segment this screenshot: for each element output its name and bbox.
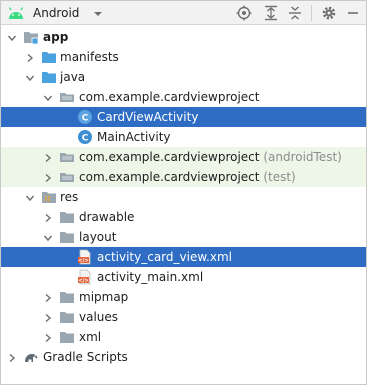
svg-text:</>: </> <box>78 278 88 284</box>
tree-item-drawable[interactable]: drawable <box>1 207 366 227</box>
svg-text:C: C <box>82 114 89 124</box>
kotlin-class-icon: C <box>77 129 93 145</box>
chevron-right-icon[interactable] <box>43 212 53 223</box>
project-toolbar: Android <box>1 1 366 25</box>
folder-icon <box>59 329 75 345</box>
android-icon <box>7 6 25 20</box>
package-icon <box>59 149 75 165</box>
chevron-right-icon[interactable] <box>43 312 53 323</box>
svg-text:C: C <box>82 134 89 144</box>
gradle-elephant-icon <box>23 349 39 365</box>
tree-item-xml[interactable]: xml <box>1 327 366 347</box>
tree-item-package-android-test[interactable]: com.example.cardviewproject (androidTest… <box>1 147 366 167</box>
tree-item-label: app <box>43 30 69 44</box>
tree-item-label: com.example.cardviewproject (test) <box>79 170 296 184</box>
tree-item-label: values <box>79 310 119 324</box>
tree-item-suffix: (test) <box>263 170 296 184</box>
tree-item-card-view-activity[interactable]: C CardViewActivity <box>1 107 366 127</box>
tree-item-app[interactable]: app <box>1 27 366 47</box>
tree-item-suffix: (androidTest) <box>263 150 342 164</box>
tree-item-java[interactable]: java <box>1 67 366 87</box>
svg-text:</>: </> <box>78 258 88 264</box>
tree-item-res[interactable]: res <box>1 187 366 207</box>
view-selector[interactable]: Android <box>7 4 103 22</box>
tree-item-label: Gradle Scripts <box>43 350 128 364</box>
layout-xml-file-icon: </> <box>77 249 93 265</box>
tree-item-values[interactable]: values <box>1 307 366 327</box>
tree-item-label: com.example.cardviewproject <box>79 90 260 104</box>
chevron-down-icon[interactable] <box>25 72 35 82</box>
tree-item-label: com.example.cardviewproject (androidTest… <box>79 150 342 164</box>
tree-item-layout[interactable]: layout <box>1 227 366 247</box>
settings-gear-icon[interactable] <box>320 4 338 22</box>
folder-icon <box>59 289 75 305</box>
minimize-icon[interactable] <box>344 4 362 22</box>
folder-icon <box>59 309 75 325</box>
tree-item-mipmap[interactable]: mipmap <box>1 287 366 307</box>
tree-item-package-test[interactable]: com.example.cardviewproject (test) <box>1 167 366 187</box>
tree-item-label: drawable <box>79 210 135 224</box>
tree-item-label: activity_main.xml <box>97 270 204 284</box>
chevron-down-icon[interactable] <box>43 232 53 242</box>
tree-item-manifests[interactable]: manifests <box>1 47 366 67</box>
folder-icon <box>59 229 75 245</box>
folder-icon <box>59 209 75 225</box>
chevron-down-icon[interactable] <box>25 192 35 202</box>
tree-item-label: mipmap <box>79 290 129 304</box>
chevron-right-icon[interactable] <box>43 332 53 343</box>
chevron-right-icon[interactable] <box>43 152 53 163</box>
tree-item-label: activity_card_view.xml <box>97 250 232 264</box>
layout-xml-file-icon: </> <box>77 269 93 285</box>
view-selector-label: Android <box>33 6 80 20</box>
locate-target-icon[interactable] <box>235 4 253 22</box>
folder-icon <box>41 49 57 65</box>
chevron-right-icon[interactable] <box>43 292 53 303</box>
tree-item-label: xml <box>79 330 102 344</box>
chevron-right-icon[interactable] <box>25 52 35 63</box>
expand-all-icon[interactable] <box>262 4 280 22</box>
tree-item-label: MainActivity <box>97 130 171 144</box>
tree-item-label: layout <box>79 230 117 244</box>
tree-item-package-main[interactable]: com.example.cardviewproject <box>1 87 366 107</box>
tree-item-activity-main-xml[interactable]: </> activity_main.xml <box>1 267 366 287</box>
collapse-all-icon[interactable] <box>286 4 304 22</box>
package-icon <box>59 169 75 185</box>
dropdown-caret-icon <box>93 8 103 18</box>
chevron-down-icon[interactable] <box>7 32 17 42</box>
tree-item-label: java <box>60 70 86 84</box>
resources-folder-icon <box>41 189 57 205</box>
package-icon <box>59 89 75 105</box>
kotlin-class-icon: C <box>77 109 93 125</box>
tree-item-label: CardViewActivity <box>97 110 199 124</box>
chevron-right-icon[interactable] <box>7 352 17 363</box>
chevron-right-icon[interactable] <box>43 172 53 183</box>
tree-item-label: res <box>60 190 79 204</box>
folder-icon <box>41 69 57 85</box>
tree-item-gradle-scripts[interactable]: Gradle Scripts <box>1 347 366 367</box>
tree-item-label: manifests <box>60 50 119 64</box>
toolbar-separator <box>311 5 312 21</box>
tree-item-activity-card-view-xml[interactable]: </> activity_card_view.xml <box>1 247 366 267</box>
module-folder-icon <box>23 29 39 45</box>
tree-item-main-activity[interactable]: C MainActivity <box>1 127 366 147</box>
chevron-down-icon[interactable] <box>43 92 53 102</box>
